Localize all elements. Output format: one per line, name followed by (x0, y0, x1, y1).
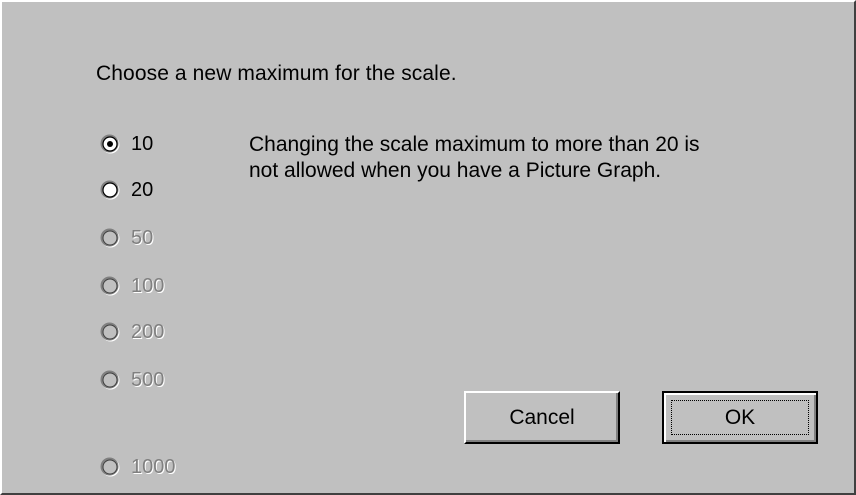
radio-label: 1000 (131, 455, 176, 478)
radio-label: 100 (131, 274, 165, 297)
radio-option-500: 500 (100, 368, 164, 392)
radio-label: 10 (131, 132, 154, 155)
radio-button-icon (100, 322, 120, 342)
radio-label: 500 (131, 368, 165, 391)
dialog-prompt: Choose a new maximum for the scale. (96, 62, 457, 85)
radio-option-200: 200 (100, 320, 164, 344)
radio-button-icon (100, 228, 120, 248)
cancel-button[interactable]: Cancel (464, 391, 620, 444)
radio-label: 200 (131, 320, 165, 343)
ok-button[interactable]: OK (662, 391, 818, 444)
radio-label: 50 (131, 226, 154, 249)
radio-button-icon (100, 457, 120, 477)
radio-button-icon[interactable] (100, 180, 120, 200)
radio-button-icon[interactable] (100, 134, 120, 154)
message-line-1: Changing the scale maximum to more than … (249, 133, 700, 156)
message-line-2: not allowed when you have a Picture Grap… (249, 159, 662, 182)
radio-option-10[interactable]: 10 (100, 132, 153, 156)
radio-option-20[interactable]: 20 (100, 178, 153, 202)
picture-graph-message: Changing the scale maximum to more than … (249, 132, 829, 184)
radio-option-50: 50 (100, 226, 153, 250)
radio-label: 20 (131, 178, 154, 201)
radio-button-icon (100, 276, 120, 296)
scale-maximum-dialog: Choose a new maximum for the scale. Chan… (0, 0, 856, 495)
focus-rectangle (671, 400, 809, 435)
radio-option-100: 100 (100, 274, 164, 298)
radio-option-1000: 1000 (100, 455, 176, 479)
radio-button-icon (100, 370, 120, 390)
